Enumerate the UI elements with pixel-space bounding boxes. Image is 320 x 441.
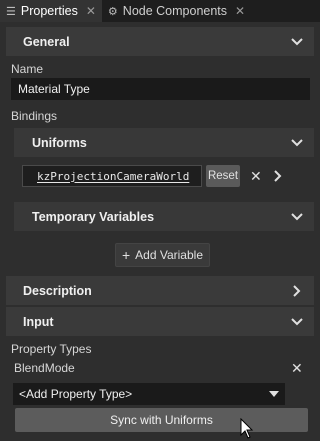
property-types-label: Property Types <box>11 342 92 356</box>
tab-bar: ☰ Properties ✕ ⚙ Node Components ✕ <box>0 0 320 22</box>
uniform-field[interactable]: kzProjectionCameraWorld <box>22 165 202 187</box>
tab-properties-label: Properties <box>20 4 78 18</box>
section-input-header[interactable]: Input <box>6 307 314 336</box>
bindings-label: Bindings <box>11 109 58 123</box>
uniforms-header[interactable]: Uniforms <box>14 128 314 157</box>
remove-blend-mode-icon[interactable]: ✕ <box>291 360 303 377</box>
dropdown-arrow-icon <box>269 391 279 397</box>
temporary-variables-title: Temporary Variables <box>32 209 155 224</box>
chevron-down-icon[interactable] <box>290 35 304 49</box>
name-field[interactable]: Material Type <box>11 78 310 100</box>
list-icon: ☰ <box>6 5 16 18</box>
temporary-variables-header[interactable]: Temporary Variables <box>14 202 314 231</box>
name-label: Name <box>11 62 44 76</box>
section-input-title: Input <box>23 314 54 329</box>
section-general-title: General <box>23 34 70 49</box>
blend-mode-label: BlendMode <box>14 361 75 375</box>
chevron-down-icon[interactable] <box>290 210 304 224</box>
tab-properties[interactable]: ☰ Properties ✕ <box>0 0 102 22</box>
uniform-row: kzProjectionCameraWorld Reset ✕ <box>22 164 298 188</box>
chevron-right-icon[interactable] <box>290 284 304 298</box>
tab-node-components[interactable]: ⚙ Node Components ✕ <box>102 0 251 22</box>
components-icon: ⚙ <box>107 5 118 18</box>
close-icon[interactable]: ✕ <box>235 4 245 18</box>
reset-button[interactable]: Reset <box>206 165 240 187</box>
chevron-right-icon[interactable] <box>273 169 283 183</box>
add-variable-button[interactable]: + Add Variable <box>115 243 210 267</box>
add-variable-label: Add Variable <box>135 248 203 262</box>
plus-icon: + <box>121 247 131 263</box>
section-description-title: Description <box>23 283 92 298</box>
close-icon[interactable]: ✕ <box>86 4 96 18</box>
chevron-down-icon[interactable] <box>290 315 304 329</box>
uniforms-title: Uniforms <box>32 135 87 150</box>
chevron-down-icon[interactable] <box>290 136 304 150</box>
remove-icon[interactable]: ✕ <box>250 168 262 185</box>
section-description-header[interactable]: Description <box>6 276 314 305</box>
add-property-type-value: <Add Property Type> <box>19 387 133 401</box>
add-property-type-dropdown[interactable]: <Add Property Type> <box>13 383 285 405</box>
tab-node-components-label: Node Components <box>122 4 228 18</box>
section-general-header[interactable]: General <box>6 27 314 56</box>
mouse-cursor-icon <box>240 418 254 439</box>
sync-with-uniforms-button[interactable]: Sync with Uniforms <box>15 408 308 432</box>
